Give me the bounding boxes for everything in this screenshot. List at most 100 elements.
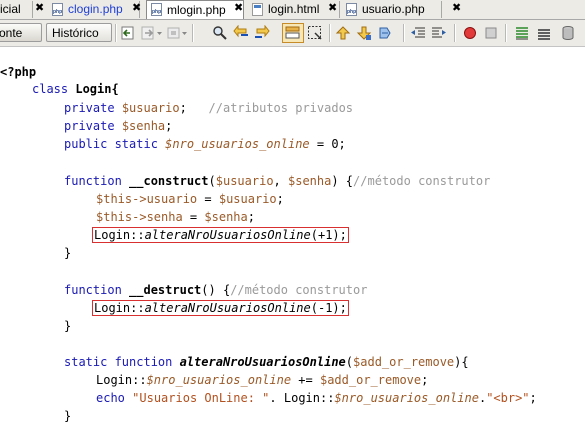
string: "<br>": [486, 391, 530, 405]
keyword: function: [64, 174, 122, 188]
stop-macro-icon[interactable]: [483, 25, 499, 41]
variable: $add_or_remove: [353, 355, 455, 369]
assign-op: =: [197, 192, 219, 206]
tab-clogin[interactable]: php clogin.php: [48, 1, 140, 18]
punctuation: ){: [454, 355, 469, 369]
punctuation: ;: [247, 210, 255, 224]
forward-icon[interactable]: [141, 25, 157, 41]
close-brace: }: [64, 409, 72, 423]
code-line: Login::alteraNroUsuariosOnline(-1);: [92, 300, 349, 317]
punctuation: ;: [421, 373, 429, 387]
toggle-bookmark-icon[interactable]: [377, 25, 393, 41]
method-call: alteraNroUsuariosOnline: [144, 301, 311, 315]
close-icon[interactable]: ✖: [452, 1, 461, 14]
this-ref: $this->: [96, 192, 147, 206]
tab-usuario[interactable]: php usuario.php: [342, 1, 442, 18]
code-line: function __destruct() {//método construt…: [64, 282, 367, 299]
code-line: public static $nro_usuarios_online = 0;: [64, 136, 346, 153]
php-open-tag: <?php: [0, 65, 37, 79]
forward-dropdown-icon[interactable]: [157, 25, 163, 41]
concat: . Login::: [269, 391, 335, 405]
previous-bookmark-icon[interactable]: [335, 25, 351, 41]
class-ref: Login::: [96, 373, 147, 387]
code-line: }: [64, 408, 71, 425]
code-line: Login::$nro_usuarios_online += $add_or_r…: [96, 372, 428, 389]
code-line: }: [64, 318, 71, 335]
toggle-highlight-icon[interactable]: [282, 23, 304, 43]
call-args: (-1);: [310, 301, 347, 315]
toolbar-separator: [115, 24, 117, 42]
highlighted-call: Login::alteraNroUsuariosOnline(-1);: [92, 300, 349, 316]
close-icon[interactable]: ✖: [328, 1, 337, 14]
code-line: $this->senha = $senha;: [96, 209, 255, 226]
history-button[interactable]: Histórico: [46, 23, 112, 42]
toolbar-separator: [454, 24, 456, 42]
find-previous-icon[interactable]: [233, 25, 249, 41]
variable: $senha: [204, 210, 248, 224]
find-icon[interactable]: [212, 25, 228, 41]
tab-label: clogin.php: [68, 2, 123, 16]
variable: $nro_usuarios_online: [146, 373, 292, 387]
find-selection-icon[interactable]: [307, 25, 323, 41]
tab-label: usuario.php: [362, 2, 425, 16]
database-icon[interactable]: [560, 25, 576, 41]
tab-label: icial: [0, 2, 21, 16]
start-macro-icon[interactable]: [462, 25, 478, 41]
editor-tab-bar: icial ✖ php clogin.php ✖ php mlogin.php …: [0, 0, 585, 20]
punctuation: () {: [201, 283, 231, 297]
close-brace: }: [64, 319, 72, 333]
code-line: static function alteraNroUsuariosOnline(…: [64, 354, 469, 371]
comment: //método construtor: [353, 174, 491, 188]
tab-login-html[interactable]: login.html: [248, 1, 340, 18]
variable: $senha: [288, 174, 332, 188]
diff-icon[interactable]: [514, 25, 530, 41]
punctuation: ;: [179, 101, 187, 115]
toolbar-separator: [329, 24, 331, 42]
close-icon[interactable]: ✖: [234, 1, 243, 14]
shift-left-icon[interactable]: [410, 25, 426, 41]
variable: $add_or_remove: [319, 373, 422, 387]
tab-oficial[interactable]: icial: [0, 1, 33, 18]
last-edit-icon[interactable]: [166, 25, 182, 41]
tasks-icon[interactable]: [536, 25, 552, 41]
function-name: alteraNroUsuariosOnline: [179, 355, 346, 369]
code-line: function __construct($usuario, $senha) {…: [64, 173, 490, 190]
source-button[interactable]: onte: [0, 23, 42, 42]
punctuation: (: [208, 174, 216, 188]
variable: $usuario: [218, 192, 277, 206]
code-line: private $usuario; //atributos privados: [64, 100, 353, 117]
tab-mlogin[interactable]: php mlogin.php: [146, 0, 244, 19]
class-name: Login{: [75, 82, 119, 96]
tab-label: login.html: [268, 2, 320, 16]
assign-op: +=: [291, 373, 320, 387]
code-line: Login::alteraNroUsuariosOnline(+1);: [92, 227, 349, 244]
string: "Usuarios OnLine: ": [132, 391, 270, 405]
close-icon[interactable]: ✖: [35, 1, 44, 14]
keyword: private: [64, 101, 115, 115]
code-line: $this->usuario = $usuario;: [96, 191, 284, 208]
find-next-icon[interactable]: [254, 25, 270, 41]
shift-right-icon[interactable]: [431, 25, 447, 41]
toolbar-separator: [192, 24, 194, 42]
method-call: alteraNroUsuariosOnline: [144, 228, 311, 242]
php-file-icon: php: [52, 3, 63, 16]
last-edit-dropdown-icon[interactable]: [182, 25, 188, 41]
punctuation: ;: [165, 119, 173, 133]
keyword: public static: [64, 137, 158, 151]
punctuation: (: [345, 355, 354, 369]
close-icon[interactable]: ✖: [132, 1, 141, 14]
next-bookmark-icon[interactable]: [356, 25, 372, 41]
punctuation: ) {: [331, 174, 354, 188]
close-brace: }: [64, 246, 72, 260]
class-ref: Login::: [94, 301, 145, 315]
html-file-icon: [252, 3, 263, 16]
back-icon[interactable]: [121, 25, 137, 41]
tab-label: mlogin.php: [167, 3, 226, 17]
keyword: private: [64, 119, 115, 133]
code-line: echo "Usuarios OnLine: ". Login::$nro_us…: [96, 390, 537, 407]
function-name: __destruct: [129, 283, 202, 297]
code-editor[interactable]: <?php class Login{ private $usuario; //a…: [0, 47, 585, 425]
comment: //atributos privados: [208, 101, 354, 115]
variable: $nro_usuarios_online: [165, 137, 310, 151]
php-file-icon: php: [346, 3, 357, 16]
